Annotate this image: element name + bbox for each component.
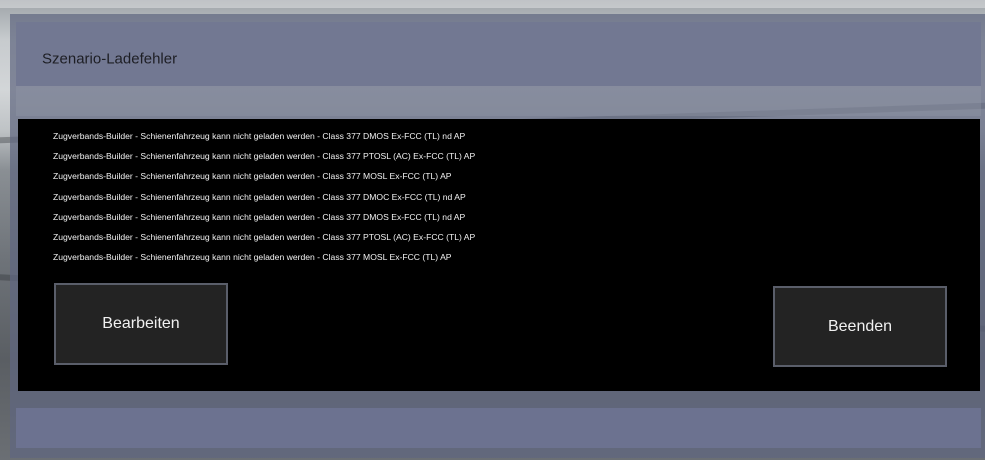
scenario-load-error-dialog: Szenario-Ladefehler Zugverbands-Builder … bbox=[10, 14, 985, 458]
error-message: Zugverbands-Builder - Schienenfahrzeug k… bbox=[53, 151, 476, 162]
error-message: Zugverbands-Builder - Schienenfahrzeug k… bbox=[53, 231, 476, 242]
edit-button-label: Bearbeiten bbox=[102, 315, 180, 332]
error-message: Zugverbands-Builder - Schienenfahrzeug k… bbox=[53, 171, 452, 182]
dialog-title-bar: Szenario-Ladefehler bbox=[16, 22, 981, 86]
error-message: Zugverbands-Builder - Schienenfahrzeug k… bbox=[53, 252, 452, 263]
background-stripe bbox=[0, 0, 985, 8]
exit-button[interactable]: Beenden bbox=[773, 286, 947, 367]
error-message: Zugverbands-Builder - Schienenfahrzeug k… bbox=[53, 131, 466, 141]
edit-button[interactable]: Bearbeiten bbox=[54, 283, 228, 365]
error-message: Zugverbands-Builder - Schienenfahrzeug k… bbox=[53, 211, 466, 222]
dialog-title: Szenario-Ladefehler bbox=[42, 50, 178, 68]
dialog-footer-bar bbox=[16, 408, 981, 448]
error-message: Zugverbands-Builder - Schienenfahrzeug k… bbox=[53, 191, 466, 202]
dialog-separator-band bbox=[16, 86, 981, 116]
error-panel: Zugverbands-Builder - Schienenfahrzeug k… bbox=[18, 119, 980, 391]
error-list: Zugverbands-Builder - Schienenfahrzeug k… bbox=[53, 130, 475, 271]
exit-button-label: Beenden bbox=[827, 317, 893, 335]
